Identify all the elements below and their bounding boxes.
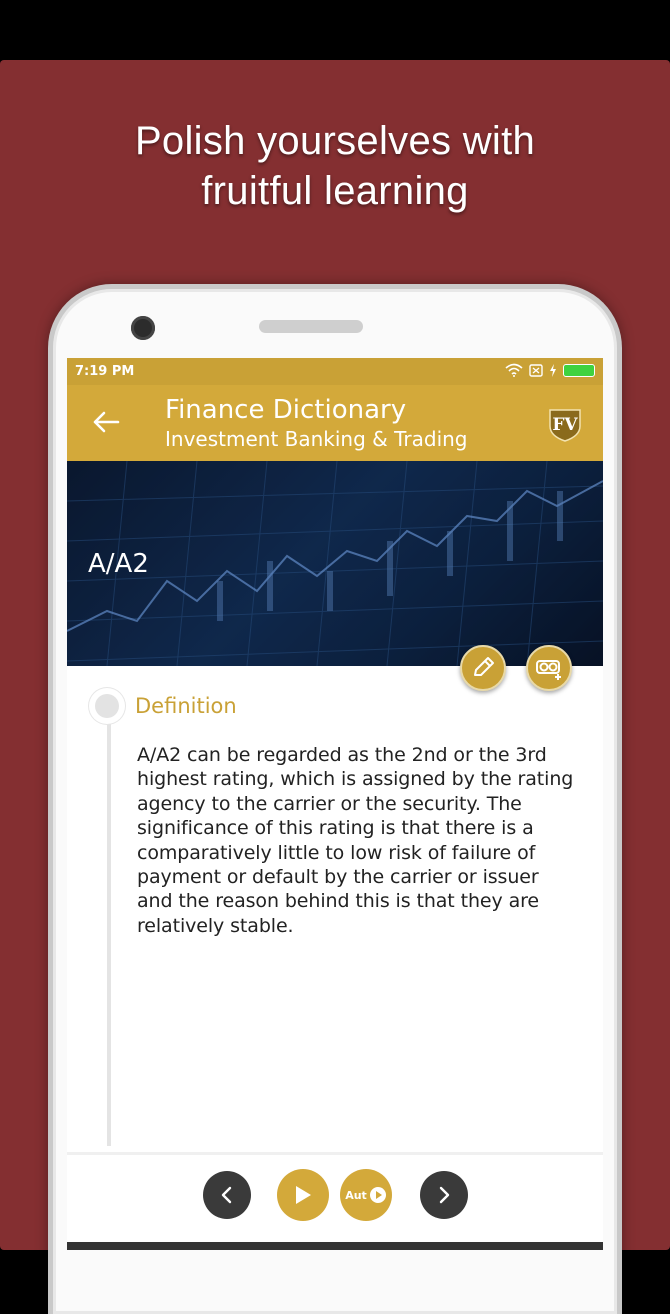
play-icon (296, 1186, 311, 1204)
next-term-button[interactable] (420, 1171, 468, 1219)
brand-logo-text: FV (552, 415, 578, 435)
promo-headline: Polish yourselves with fruitful learning (0, 116, 670, 216)
play-button[interactable] (277, 1169, 329, 1221)
autoplay-label: Aut (345, 1188, 367, 1202)
chevron-left-icon (221, 1186, 232, 1204)
app-title: Finance Dictionary (165, 395, 407, 425)
definition-text: A/A2 can be regarded as the 2nd or the 3… (137, 744, 574, 937)
add-flashcard-icon (536, 660, 561, 680)
promo-headline-line1: Polish yourselves with (134, 119, 536, 163)
status-icons (505, 363, 595, 377)
bottom-navigation-strip (67, 1242, 603, 1250)
timeline-line (107, 706, 111, 1146)
back-button[interactable] (91, 407, 121, 437)
battery-icon (563, 363, 595, 377)
autoplay-play-icon (369, 1187, 386, 1203)
arrow-left-icon (93, 411, 120, 433)
term-title: A/A2 (88, 549, 149, 579)
promo-headline-line2: fruitful learning (201, 169, 469, 213)
brand-logo: FV (549, 409, 581, 442)
wifi-icon (505, 363, 523, 377)
phone-camera (131, 316, 155, 340)
edit-note-button[interactable] (460, 645, 506, 691)
add-flashcard-button[interactable] (526, 645, 572, 691)
timeline-dot (89, 688, 125, 724)
controls-divider (67, 1152, 603, 1155)
previous-term-button[interactable] (203, 1171, 251, 1219)
app-subtitle: Investment Banking & Trading (165, 427, 468, 451)
phone-speaker (259, 320, 363, 333)
chevron-right-icon (439, 1186, 450, 1204)
autoplay-button[interactable]: Aut (340, 1169, 392, 1221)
edit-icon (474, 657, 494, 676)
definition-heading: Definition (135, 694, 237, 718)
app-screen: 7:19 PM Finance Dictionary Investment Ba… (67, 358, 603, 1250)
status-time: 7:19 PM (75, 364, 135, 379)
charging-icon (550, 363, 556, 377)
app-bar: Finance Dictionary Investment Banking & … (67, 385, 603, 461)
sim-icon (529, 363, 543, 377)
status-bar: 7:19 PM (67, 358, 603, 385)
term-banner: A/A2 (67, 461, 603, 666)
